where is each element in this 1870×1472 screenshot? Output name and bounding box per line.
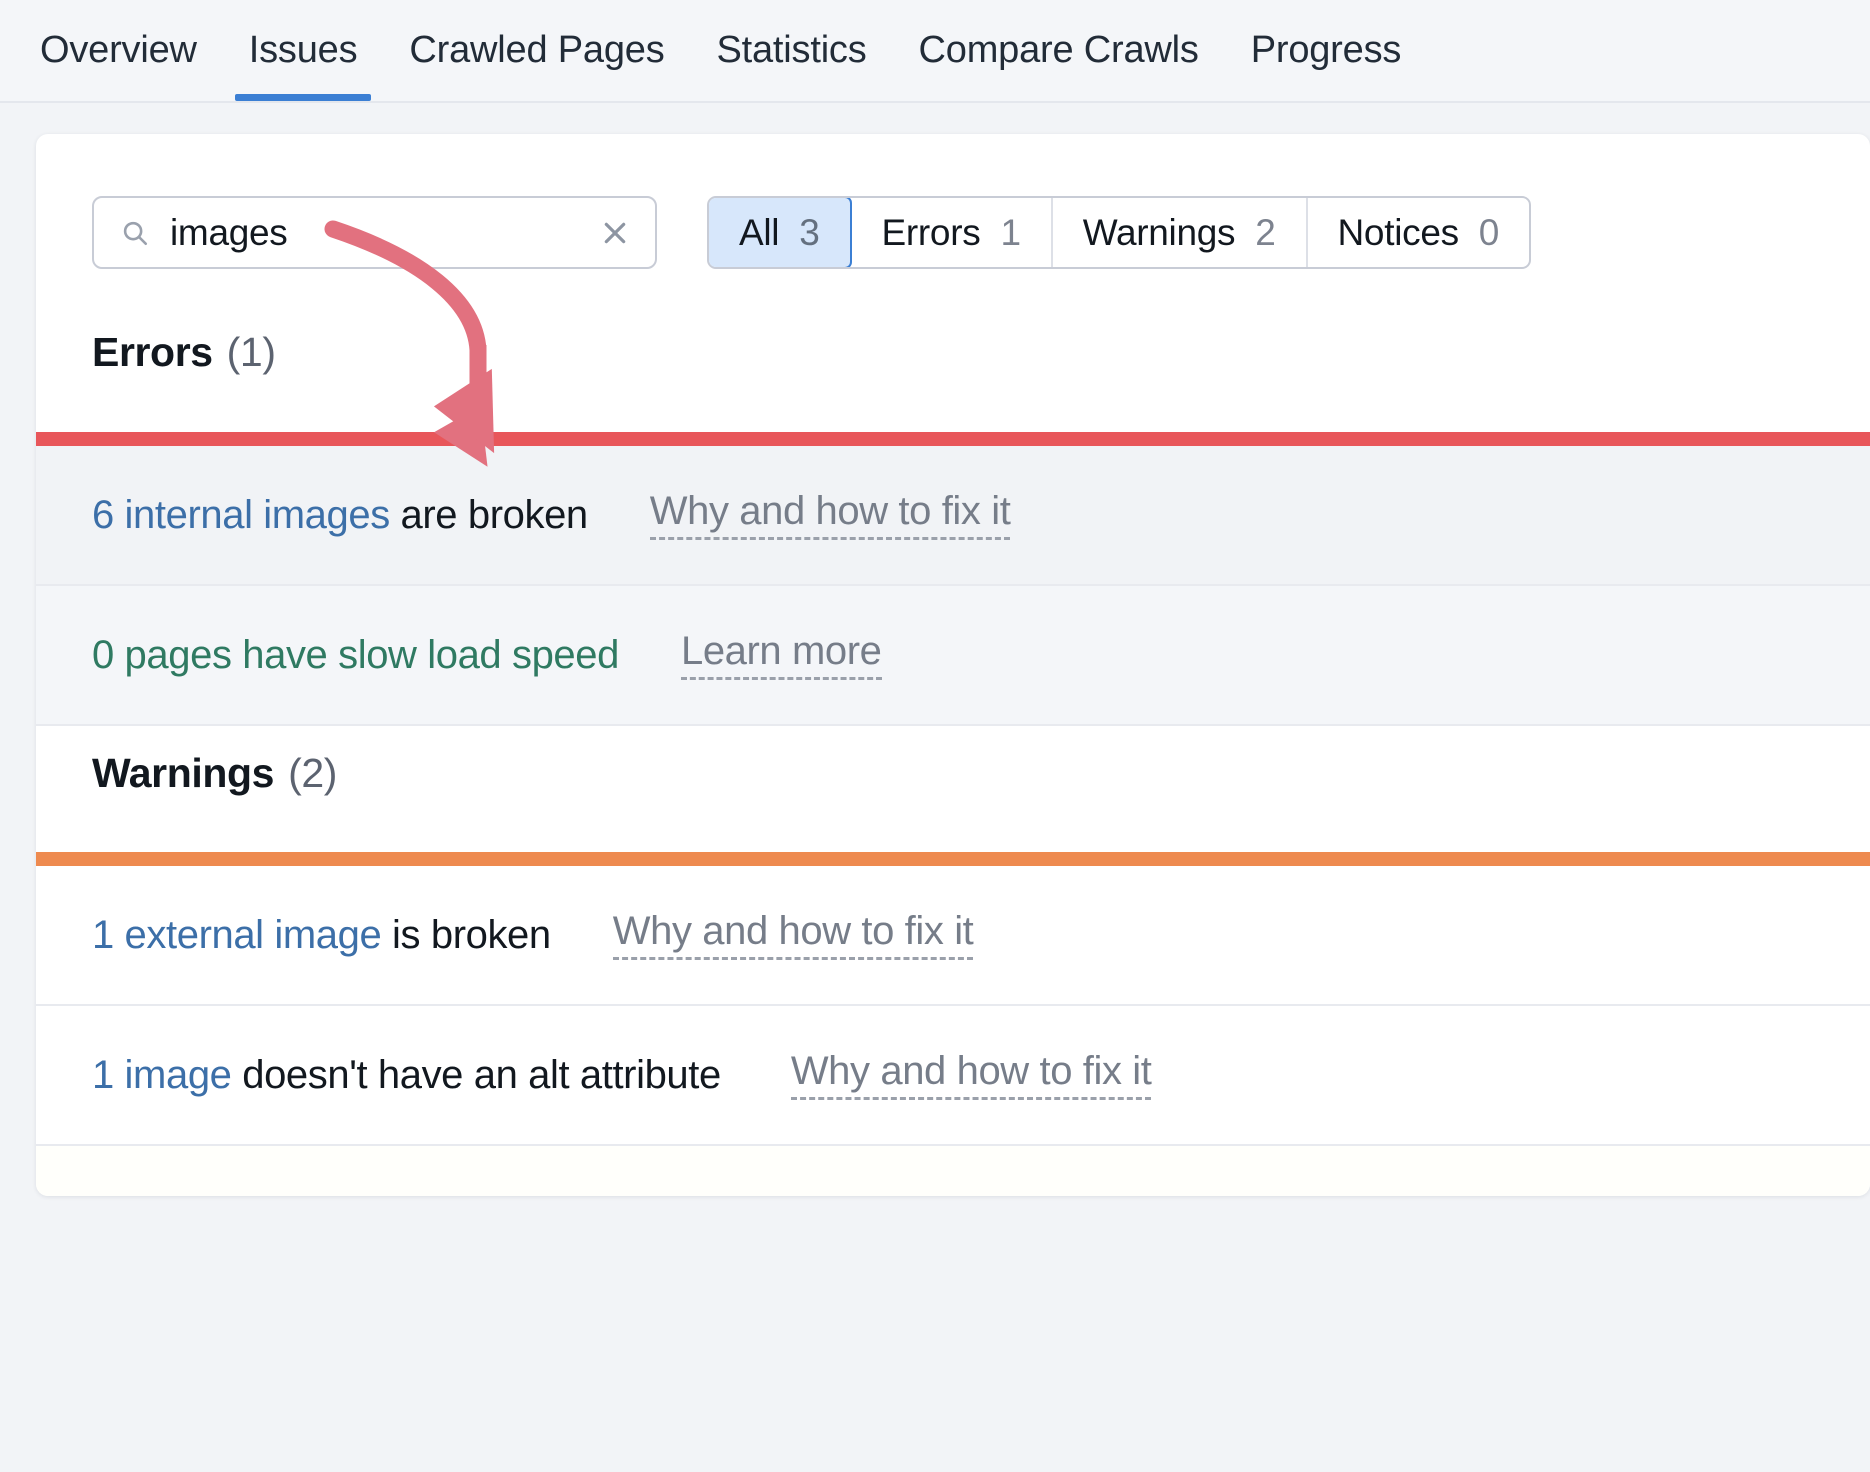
tab-overview[interactable]: Overview [30, 0, 223, 101]
card-footer-space [36, 1146, 1870, 1196]
filter-all[interactable]: All 3 [707, 196, 852, 269]
nav-tablist: Overview Issues Crawled Pages Statistics… [30, 0, 1427, 101]
errors-section-title: Errors [92, 329, 213, 376]
tab-compare-crawls[interactable]: Compare Crawls [893, 0, 1225, 101]
tab-progress-label: Progress [1251, 29, 1401, 72]
errors-section-count: (1) [227, 329, 276, 376]
top-navbar: Overview Issues Crawled Pages Statistics… [0, 0, 1870, 103]
help-link[interactable]: Learn more [681, 631, 882, 680]
help-link[interactable]: Why and how to fix it [613, 911, 974, 960]
issue-text: 0 pages have slow load speed [36, 633, 619, 678]
severity-filter-group: All 3 Errors 1 Warnings 2 Notices 0 [707, 196, 1531, 269]
tab-statistics[interactable]: Statistics [691, 0, 893, 101]
tab-issues[interactable]: Issues [223, 0, 384, 101]
warnings-section-count: (2) [288, 750, 337, 797]
issue-text: 1 image doesn't have an alt attribute [36, 1053, 721, 1098]
tab-compare-crawls-label: Compare Crawls [919, 29, 1199, 72]
table-row[interactable]: 1 image doesn't have an alt attribute Wh… [36, 1006, 1870, 1146]
filter-notices-label: Notices [1338, 212, 1459, 254]
table-row[interactable]: 6 internal images are broken Why and how… [36, 446, 1870, 586]
issue-text: 1 external image is broken [36, 913, 551, 958]
help-link[interactable]: Why and how to fix it [791, 1051, 1152, 1100]
filter-all-label: All [739, 212, 779, 254]
search-icon [120, 218, 150, 248]
tab-issues-label: Issues [249, 29, 358, 72]
help-link[interactable]: Why and how to fix it [650, 491, 1011, 540]
tab-crawled-pages[interactable]: Crawled Pages [383, 0, 690, 101]
filter-warnings-count: 2 [1255, 212, 1275, 254]
issue-link[interactable]: 6 internal images [92, 493, 390, 537]
app-root: Overview Issues Crawled Pages Statistics… [0, 0, 1870, 1472]
filter-errors-label: Errors [882, 212, 981, 254]
filter-warnings-label: Warnings [1083, 212, 1236, 254]
close-icon[interactable] [599, 217, 631, 249]
filter-all-count: 3 [799, 212, 819, 254]
search-input[interactable]: images [92, 196, 657, 269]
issues-card: images All 3 Errors 1 Warnings 2 [36, 134, 1870, 1196]
warnings-divider-bar [36, 852, 1870, 866]
issue-link[interactable]: 1 external image [92, 913, 381, 957]
filter-warnings[interactable]: Warnings 2 [1053, 198, 1308, 267]
table-row[interactable]: 0 pages have slow load speed Learn more [36, 586, 1870, 726]
warnings-section-title: Warnings [92, 750, 274, 797]
filter-notices-count: 0 [1479, 212, 1499, 254]
table-row[interactable]: 1 external image is broken Why and how t… [36, 866, 1870, 1006]
issues-toolbar: images All 3 Errors 1 Warnings 2 [36, 134, 1870, 329]
issue-rest: are broken [390, 493, 588, 537]
tab-overview-label: Overview [40, 29, 197, 72]
errors-section-heading: Errors (1) [36, 329, 276, 441]
filter-notices[interactable]: Notices 0 [1308, 198, 1530, 267]
tab-progress[interactable]: Progress [1225, 0, 1427, 101]
warnings-section-heading: Warnings (2) [36, 750, 337, 862]
issue-rest: doesn't have an alt attribute [232, 1053, 721, 1097]
issue-rest: is broken [381, 913, 550, 957]
tab-statistics-label: Statistics [717, 29, 867, 72]
issue-text: 6 internal images are broken [36, 493, 588, 538]
search-input-value: images [170, 212, 599, 254]
issue-link[interactable]: 1 image [92, 1053, 232, 1097]
tab-crawled-pages-label: Crawled Pages [409, 29, 664, 72]
filter-errors[interactable]: Errors 1 [852, 198, 1053, 267]
filter-errors-count: 1 [1000, 212, 1020, 254]
errors-divider-bar [36, 432, 1870, 446]
